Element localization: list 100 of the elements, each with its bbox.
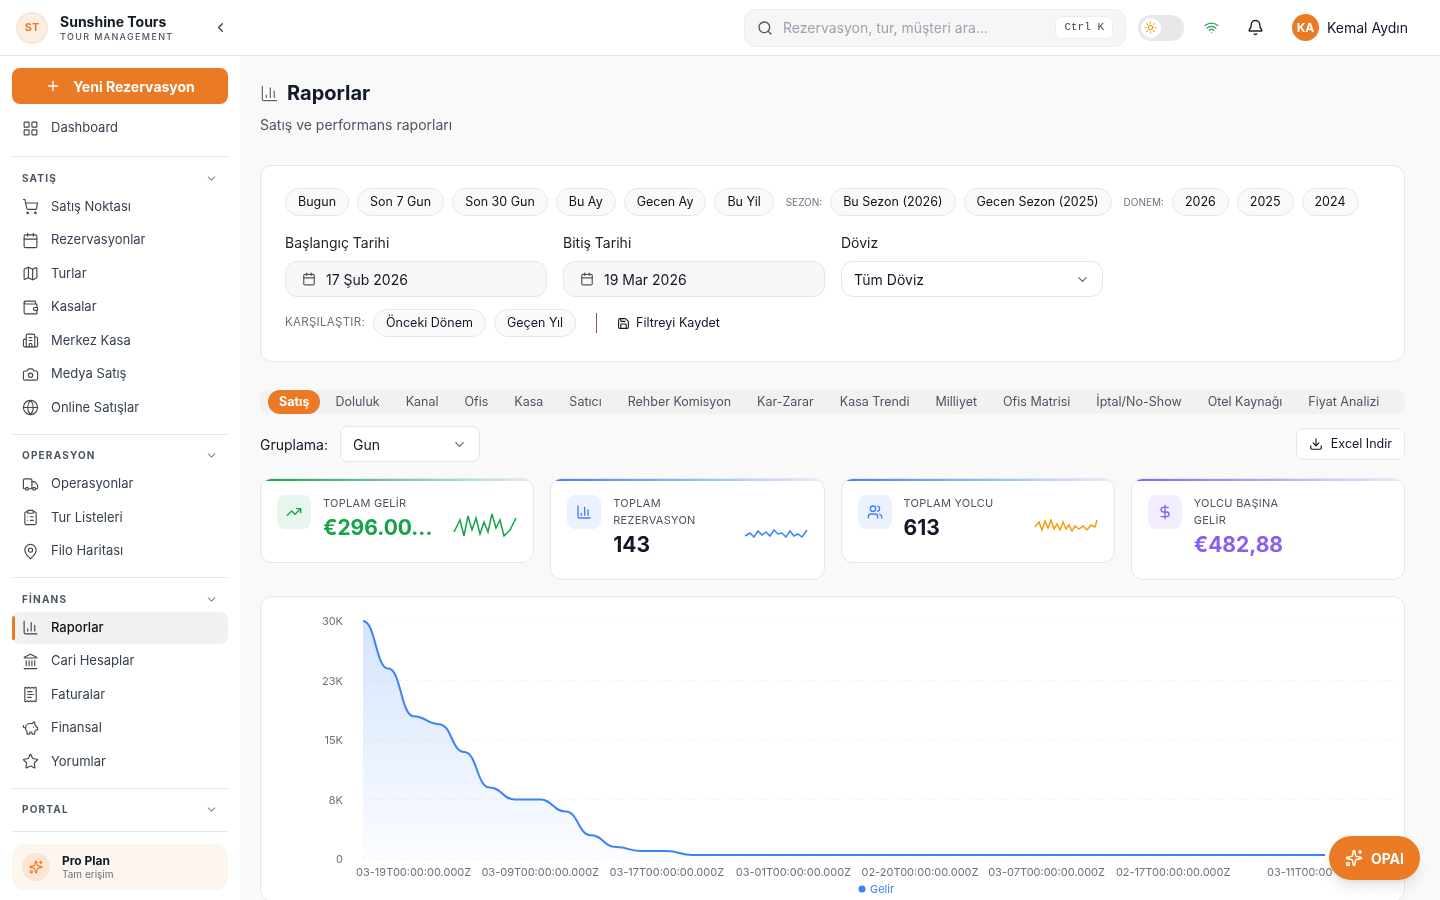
field-label: Bitiş Tarihi (563, 233, 633, 253)
y-tick-label: 15K (324, 732, 343, 747)
nav-item[interactable]: Yorumlar (12, 745, 228, 778)
bar-chart-icon (22, 619, 39, 636)
nav-item[interactable]: Rezervasyonlar (12, 224, 228, 256)
stat-value: €482,88 (1193, 531, 1284, 559)
range-chip[interactable]: Bu Ay (555, 188, 616, 216)
report-tab[interactable]: Ofis (453, 390, 500, 414)
report-tab[interactable]: Kasa (503, 390, 555, 414)
start-date-field[interactable]: 17 Şub 2026 (285, 261, 547, 297)
save-filter-button[interactable]: Filtreyi Kaydet (617, 313, 720, 333)
range-chip[interactable]: Gecen Sezon (2025) (963, 188, 1112, 216)
x-tick-label: 03-07T00:00:00.000Z (988, 864, 1105, 879)
map-icon (22, 265, 39, 282)
legend-label: Gelir (870, 881, 895, 896)
search-bar[interactable]: Rezervasyon, tur, müşteri ara... Ctrl K (744, 8, 1126, 47)
report-tab[interactable]: Kanal (394, 390, 450, 414)
chip-group-label: SEZON: (785, 194, 823, 210)
nav-item[interactable]: Raporlar (12, 611, 228, 644)
bank-icon (22, 652, 39, 670)
page-title: Raporlar (287, 80, 371, 107)
y-tick-label: 30K (321, 613, 343, 628)
stat-value: 613 (903, 514, 941, 542)
report-tab[interactable]: Kar-Zarar (746, 390, 825, 414)
x-tick-label: 02-20T00:00:00.000Z (861, 864, 979, 879)
x-tick-label: 03-19T00:00:00.000Z (356, 864, 472, 879)
nav-item[interactable]: Faturalar (12, 678, 228, 711)
report-tab[interactable]: Otel Kaynağı (1196, 390, 1294, 414)
save-icon (617, 316, 631, 330)
notification-icon[interactable] (1247, 19, 1264, 36)
section-header[interactable]: PORTAL (12, 798, 228, 821)
search-field[interactable]: Rezervasyon, tur, müşteri ara... (783, 17, 1046, 38)
range-chip[interactable]: 2026 (1171, 188, 1229, 216)
nav-item[interactable]: Dashboard (12, 112, 228, 144)
range-chip[interactable]: Son 7 Gun (357, 188, 445, 216)
receipt-icon (22, 686, 39, 703)
shortcut-hint: Ctrl K (1055, 16, 1113, 39)
sparkle-icon (29, 859, 43, 874)
plan-title: Pro Plan (62, 852, 112, 868)
report-tab[interactable]: Doluluk (324, 390, 391, 414)
nav-item[interactable]: Operasyonlar (12, 468, 228, 500)
plan-subtitle: Tam erişim (62, 867, 114, 881)
currency-select[interactable]: Tüm Döviz (841, 261, 1103, 297)
calendar-icon (22, 231, 39, 249)
nav-item[interactable]: Kasalar (12, 291, 228, 323)
legend-item[interactable]: Gelir (858, 881, 895, 896)
range-chip[interactable]: 2024 (1301, 188, 1359, 216)
compare-chip[interactable]: Geçen Yıl (493, 309, 577, 337)
excel-export-button[interactable]: Excel Indir (1295, 428, 1405, 460)
nav-item[interactable]: Finansal (12, 712, 228, 744)
bar-chart-icon (260, 83, 279, 103)
y-tick-label: 8K (328, 792, 343, 806)
grouping-select[interactable]: Gun (340, 426, 480, 462)
section-header[interactable]: FİNANS (12, 588, 228, 610)
wallet-icon (22, 298, 39, 316)
users-icon (866, 504, 883, 520)
compare-chip[interactable]: Önceki Dönem (373, 309, 486, 337)
camera-icon (22, 365, 39, 383)
cart-icon (22, 198, 39, 215)
sun-icon (1144, 21, 1158, 34)
nav-item[interactable]: Tur Listeleri (12, 501, 228, 534)
theme-toggle[interactable] (1138, 14, 1184, 41)
building-icon (22, 332, 39, 349)
nav-item[interactable]: Medya Satış (12, 358, 228, 390)
page-subtitle: Satış ve performans raporları (260, 115, 454, 135)
nav-item[interactable]: Satış Noktası (12, 190, 228, 223)
x-tick-label: 03-09T00:00:00.000Z (481, 864, 599, 879)
range-chip[interactable]: Bugun (285, 188, 349, 216)
report-tab[interactable]: İptal/No-Show (1085, 390, 1193, 414)
section-header[interactable]: SATIŞ (12, 167, 228, 189)
section-header[interactable]: OPERASYON (12, 444, 228, 467)
piggy-bank-icon (22, 719, 39, 737)
stat-value: €296.00... (323, 514, 433, 542)
range-chip[interactable]: Gecen Ay (623, 188, 707, 216)
calendar-icon (302, 272, 316, 286)
report-tab[interactable]: Kasa Trendi (828, 390, 921, 414)
brand-avatar: ST (16, 11, 48, 44)
range-chip[interactable]: Son 30 Gun (452, 188, 548, 216)
end-date-field[interactable]: 19 Mar 2026 (563, 261, 825, 297)
range-chip[interactable]: Bu Yil (714, 188, 774, 216)
nav-item[interactable]: Online Satışlar (12, 391, 228, 424)
plan-card[interactable]: Pro Plan Tam erişim (12, 843, 228, 890)
stat-label: YOLCU BAŞINA GELİR (1193, 495, 1280, 529)
report-tab[interactable]: Ofis Matrisi (992, 390, 1082, 414)
calendar-icon (580, 272, 594, 286)
nav-item[interactable]: Merkez Kasa (12, 324, 228, 357)
range-chip[interactable]: 2025 (1236, 188, 1294, 216)
report-tab[interactable]: Rehber Komisyon (616, 390, 743, 414)
report-tab[interactable]: Milliyet (924, 390, 989, 414)
report-tab[interactable]: Satıcı (558, 390, 613, 414)
nav-item[interactable]: Turlar (12, 257, 228, 290)
report-tab[interactable]: Fiyat Analizi (1297, 390, 1391, 414)
stat-label: TOPLAM GELİR (323, 495, 408, 512)
range-chip[interactable]: Bu Sezon (2026) (830, 188, 956, 216)
user-name[interactable]: Kemal Aydın (1327, 17, 1408, 38)
brand-name: Sunshine Tours (60, 13, 168, 31)
download-icon (1308, 437, 1323, 451)
nav-item[interactable]: Cari Hesaplar (12, 645, 228, 677)
x-tick-label: 03-17T00:00:00.000Z (609, 864, 725, 879)
nav-item[interactable]: Filo Haritası (12, 535, 228, 567)
